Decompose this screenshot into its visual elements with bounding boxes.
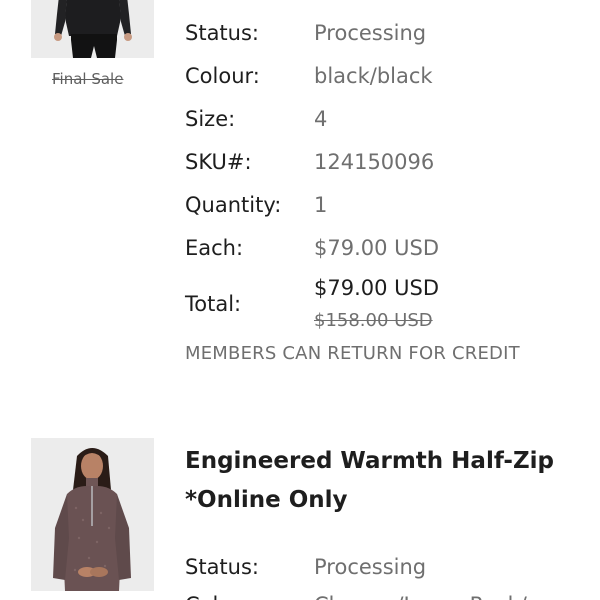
quantity-value: 1 [314, 193, 328, 217]
status-value-2: Processing [314, 555, 427, 579]
total-original-price: $158.00 USD [314, 310, 433, 331]
order-details-page: Final Sale Status: Processing Colour: bl… [0, 0, 600, 600]
return-policy-note: MEMBERS CAN RETURN FOR CREDIT [185, 343, 520, 364]
each-label: Each: [185, 236, 244, 260]
size-label: Size: [185, 107, 236, 131]
colour-value-2: Chrome/Lunar Rock/ [314, 592, 527, 600]
total-label: Total: [185, 292, 242, 316]
size-value: 4 [314, 107, 328, 131]
colour-value: black/black [314, 64, 433, 88]
total-price: $79.00 USD [314, 276, 440, 300]
status-label-2: Status: [185, 555, 259, 579]
product-photo-black-top [31, 0, 154, 58]
product-photo-half-zip [31, 438, 154, 591]
quantity-label: Quantity: [185, 193, 282, 217]
product-thumbnail-black-top[interactable] [31, 0, 154, 58]
colour-label: Colour: [185, 64, 260, 88]
product-thumbnail-half-zip[interactable] [31, 438, 154, 591]
status-label: Status: [185, 21, 259, 45]
each-value: $79.00 USD [314, 236, 440, 260]
final-sale-label: Final Sale [52, 70, 124, 88]
sku-label: SKU#: [185, 150, 252, 174]
sku-value: 124150096 [314, 150, 435, 174]
colour-label-2: Colour: [185, 592, 260, 600]
product-title-half-zip[interactable]: Engineered Warmth Half-Zip *Online Only [185, 442, 585, 520]
status-value: Processing [314, 21, 427, 45]
